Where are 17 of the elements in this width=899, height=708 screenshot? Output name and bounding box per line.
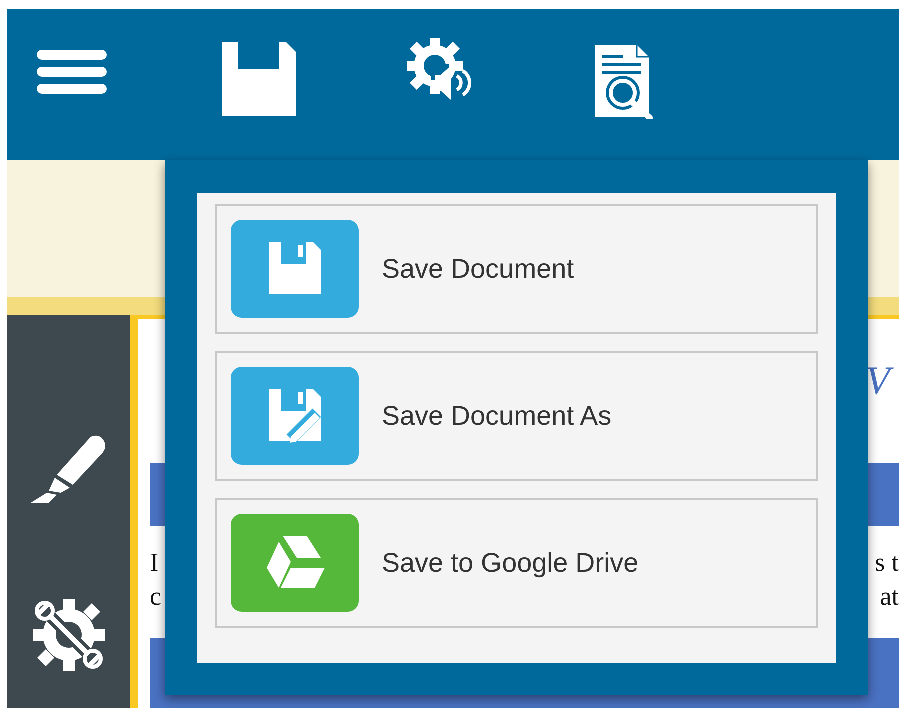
- menu-button[interactable]: [37, 50, 107, 94]
- floppy-icon: [222, 42, 296, 116]
- body-text: c: [150, 581, 162, 613]
- document-search-button[interactable]: [595, 45, 653, 119]
- tools-button[interactable]: [30, 597, 106, 673]
- save-button[interactable]: [222, 42, 296, 116]
- floppy-icon: [269, 242, 321, 296]
- body-text: s t: [875, 547, 899, 579]
- body-text: I: [150, 547, 159, 579]
- wrench-gear-icon: [30, 597, 106, 673]
- menu-icon: [37, 50, 107, 94]
- document-heading: V: [866, 357, 894, 405]
- document-search-icon: [595, 45, 653, 119]
- floppy-pencil-icon: [269, 389, 321, 443]
- menu-item[interactable]: Save Document As: [215, 351, 818, 481]
- body-text: at: [880, 581, 899, 613]
- menu-item[interactable]: Save Document: [215, 204, 818, 334]
